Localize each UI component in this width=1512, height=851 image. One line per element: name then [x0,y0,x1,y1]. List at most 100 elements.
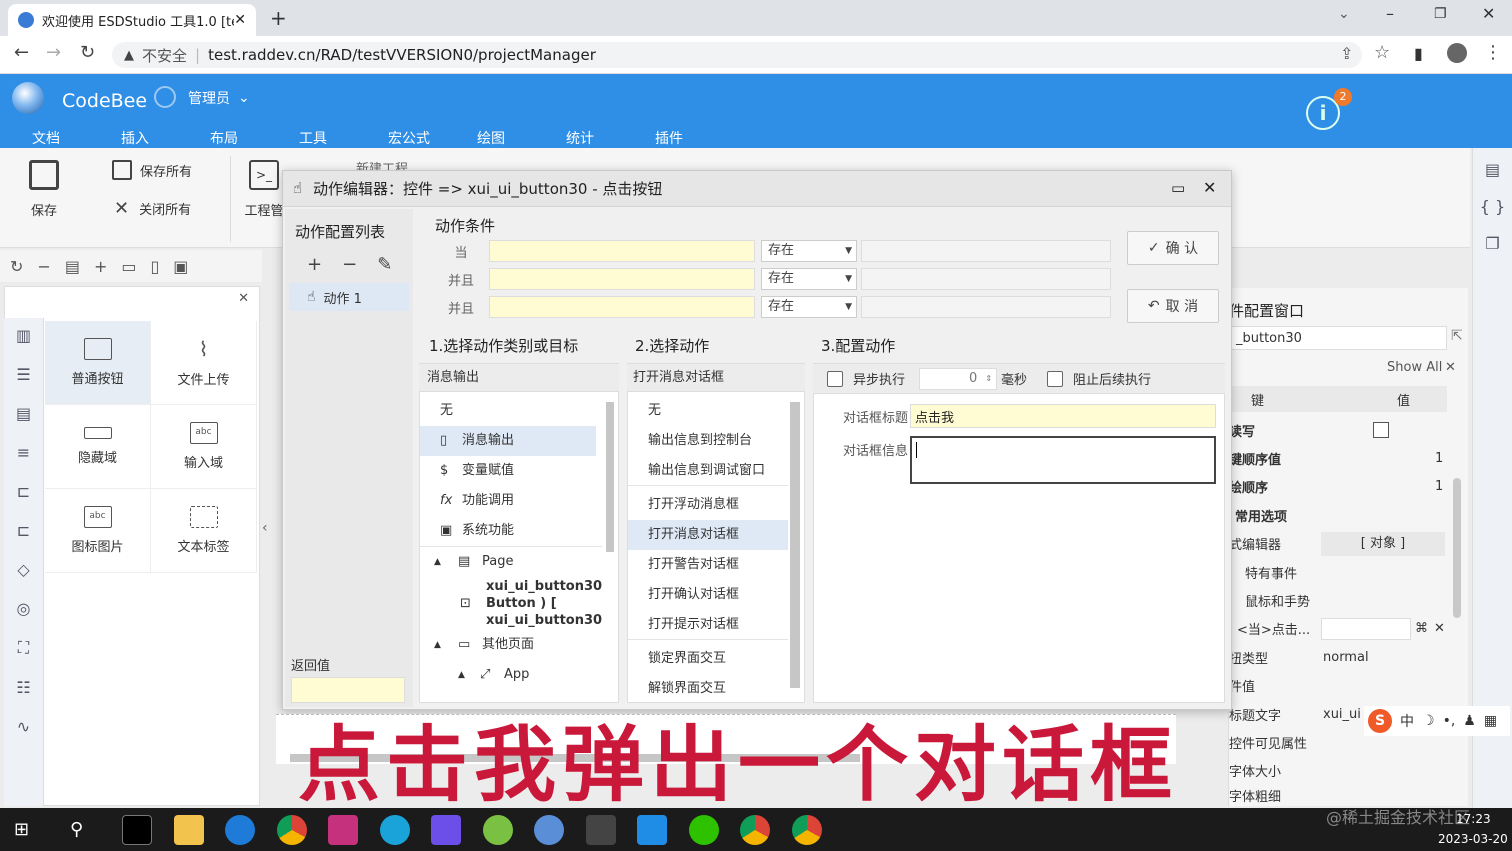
list-item[interactable]: ▣ 系统功能 [420,516,618,546]
property-row[interactable]: 字体大小 [1229,757,1449,785]
list-item[interactable]: 输出信息到调试窗口 [628,456,788,486]
menu-layout[interactable]: 布局 [210,128,267,148]
ime-chinese-icon[interactable]: 中 [1400,711,1414,731]
readonly-checkbox[interactable] [1373,422,1389,439]
windows-icon[interactable]: ❐ [1473,234,1512,253]
show-all-toggle[interactable]: Show All [1387,360,1442,375]
file-icon[interactable]: ▯ [150,257,159,276]
reload-icon[interactable]: ↻ [80,42,95,63]
menu-macro[interactable]: 宏公式 [388,128,445,148]
object-name-field[interactable]: _button30 [1229,326,1447,350]
ime-moon-icon[interactable]: ☽ [1422,713,1435,729]
condition-op-select[interactable]: 存在 ▼ [761,268,857,290]
new-tab-icon[interactable]: + [270,6,287,30]
tree-page[interactable]: ▲ ▤ Page [420,546,602,576]
async-checkbox[interactable] [827,370,843,387]
window-close-icon[interactable]: ✕ [1482,4,1495,23]
url-field[interactable]: ▲ 不安全 | test.raddev.cn/RAD/testVVERSION0… [112,42,1362,68]
delay-stepper[interactable]: 0 ⇕ [919,367,998,390]
intellij-icon[interactable] [328,814,358,845]
app-bird-icon[interactable] [534,814,564,845]
sliders-icon[interactable]: ☷ [4,678,43,697]
menu-draw[interactable]: 绘图 [477,128,534,148]
ie-icon[interactable] [225,814,255,845]
menu-stats[interactable]: 统计 [566,128,623,148]
app-settings-icon[interactable] [585,814,616,845]
terminal-app-icon[interactable] [122,814,152,845]
list-item[interactable]: 打开浮动消息框 [628,490,804,520]
browser-tab[interactable]: 欢迎使用 ESDStudio 工具1.0 [te ✕ [8,4,256,36]
component-input[interactable]: abc 输入域 [151,405,257,489]
remove-event-icon[interactable]: ✕ [1434,621,1445,636]
list-icon[interactable]: ▤ [4,404,43,423]
add-icon[interactable]: + [94,257,107,276]
property-row[interactable]: 绘顺序 1 [1229,473,1449,501]
share-icon[interactable]: ⇪ [1340,44,1353,63]
property-row[interactable]: 式编辑器[ 对象 ] [1229,530,1449,558]
dialog-info-textarea[interactable] [910,436,1216,484]
tree-other-pages[interactable]: ▲ ▭ 其他页面 [420,630,618,660]
property-row[interactable]: 字体粗细 [1229,785,1449,805]
condition-op-select[interactable]: 存在 ▼ [761,240,857,262]
list-item[interactable]: fx 功能调用 [420,486,618,516]
copy-icon[interactable]: ▤ [65,257,80,276]
wechat-icon[interactable] [688,814,719,845]
menu-tools[interactable]: 工具 [299,128,356,148]
stepper-arrows-icon[interactable]: ⇕ [985,374,992,383]
event-value-field[interactable] [1321,617,1411,640]
condition-right-input[interactable] [861,268,1111,290]
property-row[interactable]: 扭类型 normal [1229,643,1449,671]
property-row[interactable]: 读写 [1229,416,1449,444]
list-item[interactable]: $ 变量赋值 [420,456,618,486]
tree-icon[interactable]: ⊏ [4,482,43,501]
list-item[interactable]: 锁定界面交互 [628,644,804,674]
close-tab-icon[interactable]: ✕ [234,12,246,28]
app-green-icon[interactable] [482,814,513,845]
component-hidden-field[interactable]: 隐藏域 [45,405,151,489]
list-item[interactable]: 打开确认对话框 [628,580,804,610]
clear-filter-icon[interactable]: ✕ [1445,360,1456,375]
tab-list-icon[interactable]: ⌄ [1338,6,1350,22]
component-icon-image[interactable]: abc 图标图片 [45,489,151,573]
action-list-scrollbar[interactable] [790,402,800,688]
refresh-icon[interactable]: ↻ [10,257,23,276]
file-explorer-icon[interactable] [173,814,204,845]
remove-icon[interactable]: − [37,257,50,276]
app-blue-icon[interactable] [637,814,667,845]
palette-icon[interactable]: ◎ [4,599,43,618]
search-icon[interactable]: ⚲ [70,819,96,840]
preview-icon[interactable]: ▣ [173,257,188,276]
component-normal-button[interactable]: 普通按钮 [45,321,151,405]
sogou-ime-toolbar[interactable]: S 中 ☽ •, ♟ ▦ [1364,706,1510,736]
property-group[interactable]: 常用选项 [1229,501,1449,529]
chart-icon[interactable]: ∿ [4,717,43,736]
save-button[interactable]: 保存 [24,160,64,219]
condition-left-input[interactable] [489,268,755,290]
windows-start-icon[interactable]: ⊞ [14,819,40,840]
browser-menu-icon[interactable]: ⋮ [1484,42,1502,63]
dialog-close-icon[interactable]: ✕ [1203,178,1216,197]
folder-icon[interactable]: ▭ [121,257,136,276]
save-all-button[interactable]: 保存所有 [112,160,192,180]
list-item[interactable]: ▯ 消息输出 [420,426,596,456]
braces-icon[interactable]: { } [1473,197,1512,216]
shapes-icon[interactable]: ◇ [4,560,43,579]
app-purple-icon[interactable] [431,814,461,845]
list-item[interactable]: 打开警告对话框 [628,550,804,580]
sidebar-icon[interactable]: ▮ [1414,44,1423,63]
close-all-button[interactable]: ✕ 关闭所有 [114,198,191,219]
user-menu[interactable]: 管理员 ⌄ [188,88,250,108]
ime-grid-icon[interactable]: ▦ [1484,713,1497,729]
ime-punct-icon[interactable]: •, [1443,713,1456,729]
edge-icon[interactable] [379,814,410,845]
command-icon[interactable]: ⌘ [1415,621,1428,636]
chrome-icon-3[interactable] [791,814,822,845]
minimize-icon[interactable]: – [1386,4,1394,23]
dialog-title-input[interactable]: 点击我 [910,404,1216,428]
tree-app[interactable]: ▲ ⤢ App [420,660,618,690]
open-external-icon[interactable]: ⇱ [1451,328,1463,344]
confirm-button[interactable]: ✓ 确 认 [1127,231,1219,265]
back-icon[interactable]: ← [14,42,29,63]
component-file-upload[interactable]: ⌇ 文件上传 [151,321,257,405]
menu-icon[interactable]: ≡ [4,443,43,462]
